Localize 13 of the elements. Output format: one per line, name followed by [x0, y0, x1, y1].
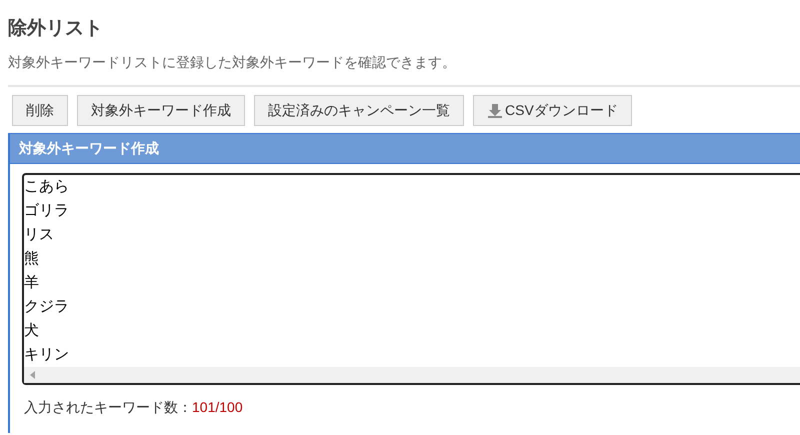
page-description: 対象外キーワードリストに登録した対象外キーワードを確認できます。 — [8, 53, 456, 72]
page-title: 除外リスト — [8, 17, 103, 41]
scroll-left-icon — [30, 371, 35, 379]
keyword-count-label: 入力されたキーワード数： — [24, 398, 192, 417]
toolbar-button[interactable]: 設定済みのキャンペーン一覧 — [254, 95, 464, 126]
panel-title: 対象外キーワード作成 — [19, 139, 159, 158]
toolbar-button[interactable]: 削除 — [12, 95, 68, 126]
download-button[interactable]: CSVダウンロード — [473, 95, 632, 126]
toolbar-button[interactable]: 対象外キーワード作成 — [77, 95, 245, 126]
download-icon — [487, 102, 503, 118]
horizontal-scrollbar[interactable] — [24, 367, 800, 383]
keyword-textarea[interactable]: こあら ゴリラ リス 熊 羊 クジラ 犬 キリン — [22, 173, 800, 385]
keyword-count: 101/100 — [192, 398, 243, 417]
